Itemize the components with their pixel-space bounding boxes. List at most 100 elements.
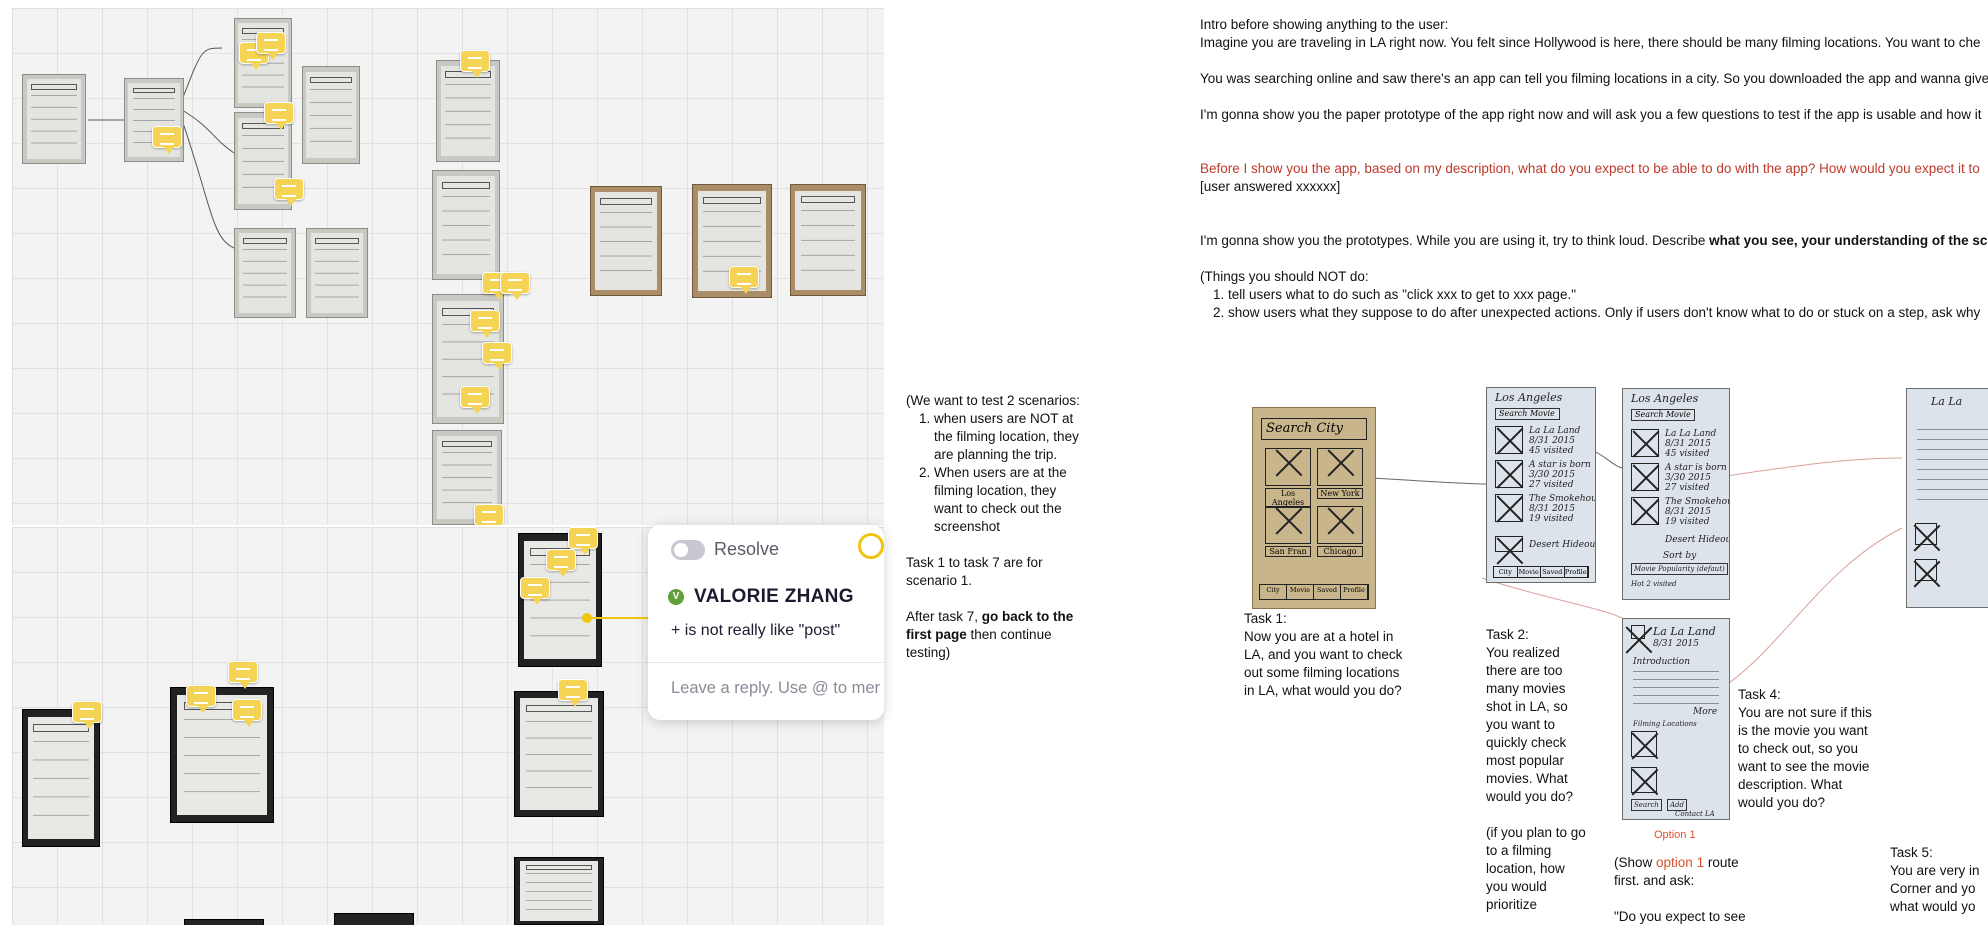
tab[interactable]: Profile — [1565, 567, 1588, 577]
movie-date: 8/31 2015 — [1529, 504, 1575, 514]
footer-note: Contact LA — [1675, 810, 1715, 818]
location-thumbnail — [1915, 523, 1937, 545]
sketch-search-city[interactable]: Search City Los Angeles New York San Fra… — [1252, 407, 1376, 609]
comment-bubble[interactable] — [460, 386, 490, 414]
comment-bubble[interactable] — [152, 126, 182, 154]
sketch-card[interactable] — [590, 186, 662, 296]
task-body: Now you are at a hotel in LA, and you wa… — [1244, 629, 1403, 698]
sort-select[interactable]: Movie Popularity (defaut) — [1631, 563, 1728, 575]
resolve-toggle[interactable] — [671, 540, 705, 560]
city-label[interactable]: New York — [1317, 488, 1363, 499]
comment-bubble[interactable] — [500, 272, 530, 300]
tab[interactable]: Saved — [1314, 585, 1341, 599]
movie-visits: 45 visited — [1529, 446, 1574, 456]
city-label[interactable]: Los Angeles — [1265, 488, 1311, 508]
movie-visits: 45 visited — [1665, 449, 1710, 459]
show-text: (Show — [1614, 855, 1657, 870]
tab[interactable]: City — [1494, 567, 1518, 577]
sketch-card[interactable] — [432, 170, 500, 280]
sketch-search[interactable]: Search Movie — [1631, 409, 1695, 421]
comment-bubble[interactable] — [470, 310, 500, 338]
flow-board-top[interactable] — [12, 8, 884, 525]
more-link[interactable]: More — [1693, 707, 1717, 717]
sketch-title: La La Land — [1653, 625, 1716, 638]
show-option: option 1 — [1656, 855, 1705, 870]
comment-connector — [590, 617, 650, 619]
comment-bubble[interactable] — [186, 685, 216, 713]
sketch-card[interactable] — [514, 691, 604, 817]
sketch-card[interactable] — [184, 919, 264, 925]
comment-bubble[interactable] — [264, 102, 294, 130]
movie-date: 3/30 2015 — [1665, 473, 1711, 483]
comment-bubble[interactable] — [274, 178, 304, 206]
comment-bubble[interactable] — [460, 50, 490, 78]
task-body: You are not sure if this is the movie yo… — [1738, 705, 1872, 810]
sketch-tab-bar: City Movie Saved Profile — [1259, 584, 1369, 600]
tab[interactable]: Movie — [1518, 567, 1541, 577]
avatar: V — [668, 589, 684, 605]
comment-panel: Resolve V VALORIE ZHANG + is not really … — [648, 525, 884, 720]
movie-date: 8/31 2015 — [1665, 507, 1711, 517]
comment-bubble[interactable] — [474, 504, 504, 525]
movie-thumbnail — [1495, 494, 1523, 522]
expect-quote: "Do you expect to see — [1614, 909, 1746, 924]
comment-bubble[interactable] — [558, 679, 588, 707]
reply-input[interactable]: Leave a reply. Use @ to mer — [671, 679, 880, 698]
comment-bubble[interactable] — [256, 32, 286, 60]
movie-visits: 19 visited — [1665, 517, 1710, 527]
comment-anchor-dot[interactable] — [582, 613, 592, 623]
comment-bubble[interactable] — [72, 701, 102, 729]
section-title: Filming Locations — [1633, 720, 1697, 728]
option1-caption: Option 1 — [1654, 826, 1696, 844]
task-body: You are very in Corner and yo what would… — [1890, 863, 1980, 914]
location-thumbnail — [1915, 559, 1937, 581]
sketch-card[interactable] — [22, 709, 100, 847]
city-label[interactable]: Chicago — [1317, 546, 1363, 557]
sketch-movie-detail[interactable]: La La Land 8/31 2015 Introduction More F… — [1622, 618, 1730, 820]
comment-bubble[interactable] — [729, 266, 759, 294]
sketch-card[interactable] — [436, 60, 500, 162]
tab[interactable]: Saved — [1541, 567, 1565, 577]
sketch-edge[interactable]: La La — [1906, 388, 1988, 608]
description-lines — [1917, 429, 1988, 509]
back-arrow[interactable] — [1631, 625, 1645, 639]
sketch-card[interactable] — [124, 78, 184, 162]
comment-bubble[interactable] — [482, 342, 512, 370]
city-thumbnail — [1265, 448, 1311, 486]
task-title: Task 1: — [1244, 611, 1287, 626]
tab[interactable]: City — [1260, 585, 1287, 599]
tab[interactable]: Movie — [1287, 585, 1314, 599]
sketch-card[interactable] — [514, 857, 604, 925]
task-title: Task 4: — [1738, 687, 1781, 702]
movie-date: 8/31 2015 — [1529, 436, 1575, 446]
comment-bubble[interactable] — [546, 549, 576, 577]
sketch-card[interactable] — [302, 66, 360, 164]
movie-date: 3/30 2015 — [1529, 470, 1575, 480]
movie-thumbnail — [1495, 460, 1523, 488]
comment-bubble[interactable] — [568, 527, 598, 555]
comment-author-row: V VALORIE ZHANG — [668, 586, 854, 608]
description-lines — [1633, 671, 1719, 705]
comment-bubble[interactable] — [228, 661, 258, 689]
task4-block: Task 4: You are not sure if this is the … — [1738, 686, 1878, 812]
sketch-title: Search City — [1261, 418, 1367, 440]
comment-bubble[interactable] — [232, 699, 262, 727]
sketch-card[interactable] — [790, 184, 866, 296]
movie-name: Desert Hideout — [1529, 540, 1596, 550]
sketch-card[interactable] — [306, 228, 368, 318]
comment-status-icon[interactable] — [858, 533, 884, 559]
movie-date: 8/31 2015 — [1665, 439, 1711, 449]
city-label[interactable]: San Fran — [1265, 546, 1311, 557]
show-option-line: (Show option 1 route first. and ask: — [1614, 854, 1754, 890]
comment-author: VALORIE ZHANG — [694, 586, 854, 607]
action-button[interactable]: Search — [1631, 799, 1662, 811]
sketch-la-list[interactable]: Los Angeles Search Movie La La Land 8/31… — [1486, 387, 1596, 583]
sketch-card[interactable] — [234, 228, 296, 318]
comment-bubble[interactable] — [520, 577, 550, 605]
sketch-card[interactable] — [22, 74, 86, 164]
sketch-search[interactable]: Search Movie — [1495, 408, 1560, 420]
sketch-card[interactable] — [334, 913, 414, 925]
sketch-la-sorted[interactable]: Los Angeles Search Movie La La Land 8/31… — [1622, 388, 1730, 600]
tab[interactable]: Profile — [1341, 585, 1368, 599]
task5-block: Task 5: You are very in Corner and yo wh… — [1890, 844, 1988, 916]
